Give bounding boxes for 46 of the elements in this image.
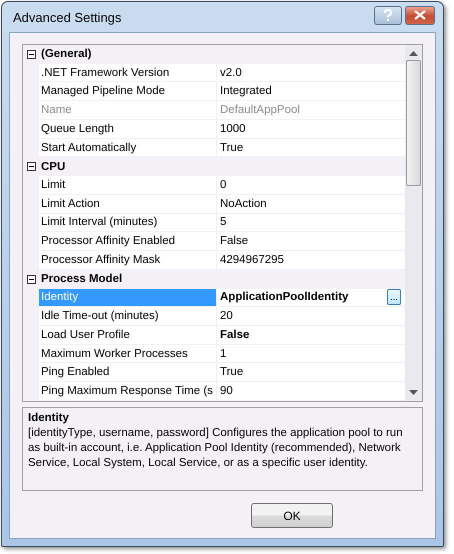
property-value[interactable]: v2.0 [220,66,242,79]
ok-button[interactable]: OK [251,503,333,528]
property-value[interactable]: 4294967295 [220,254,284,266]
property-value[interactable]: Integrated [220,85,272,98]
property-name[interactable]: Queue Length [39,120,217,139]
description-title: Identity [28,412,70,424]
property-name[interactable]: Limit Interval (minutes) [39,214,217,232]
category-label[interactable]: (General) [39,48,92,60]
property-value[interactable]: True [220,142,244,154]
ellipsis-button[interactable]: ... [387,289,401,306]
close-icon [414,10,426,20]
property-value[interactable]: NoAction [220,198,267,210]
scroll-down-icon[interactable] [409,390,418,395]
close-button[interactable] [405,6,435,24]
property-value[interactable]: ApplicationPoolIdentity [220,291,348,304]
property-value[interactable]: 1000 [220,122,246,135]
category-label[interactable]: CPU [39,160,66,173]
collapse-icon[interactable] [26,274,36,284]
scrollbar[interactable] [405,45,422,401]
property-value[interactable]: 20 [220,310,233,322]
scroll-up-icon[interactable] [409,51,418,56]
property-value[interactable]: 0 [220,179,226,191]
property-value[interactable]: 1 [220,348,226,360]
property-name[interactable]: Idle Time-out (minutes) [39,307,217,326]
property-name[interactable]: Load User Profile [39,326,217,345]
property-name[interactable]: Limit Action [39,194,217,214]
property-value[interactable]: False [220,235,248,248]
scroll-thumb[interactable] [406,60,421,186]
property-name[interactable]: Processor Affinity Enabled [39,232,217,252]
property-name[interactable]: .NET Framework Version [39,64,217,82]
property-name[interactable]: Limit [39,176,217,195]
property-name[interactable]: Managed Pipeline Mode [39,82,217,102]
property-value[interactable]: True [220,366,244,378]
collapse-icon[interactable] [26,162,36,172]
collapse-icon[interactable] [26,50,36,59]
description-text: [identityType, username, password] Configures the application pool to run as built-in account, i.e. Application Pool Identity (recommended), Network Service, Local System, Local Service, or as a specific user identity. [28,426,404,471]
property-name[interactable]: Ping Enabled [39,363,217,382]
help-button[interactable] [374,6,402,24]
help-icon [383,9,393,21]
property-name[interactable]: Ping Maximum Response Time (s [39,382,217,401]
category-label[interactable]: Process Model [39,273,122,286]
property-name[interactable]: Maximum Worker Processes [39,344,217,364]
property-value[interactable]: False [220,328,250,341]
window-title: Advanced Settings [13,10,122,24]
property-value[interactable]: 90 [220,385,233,398]
property-value[interactable]: 5 [220,216,226,228]
